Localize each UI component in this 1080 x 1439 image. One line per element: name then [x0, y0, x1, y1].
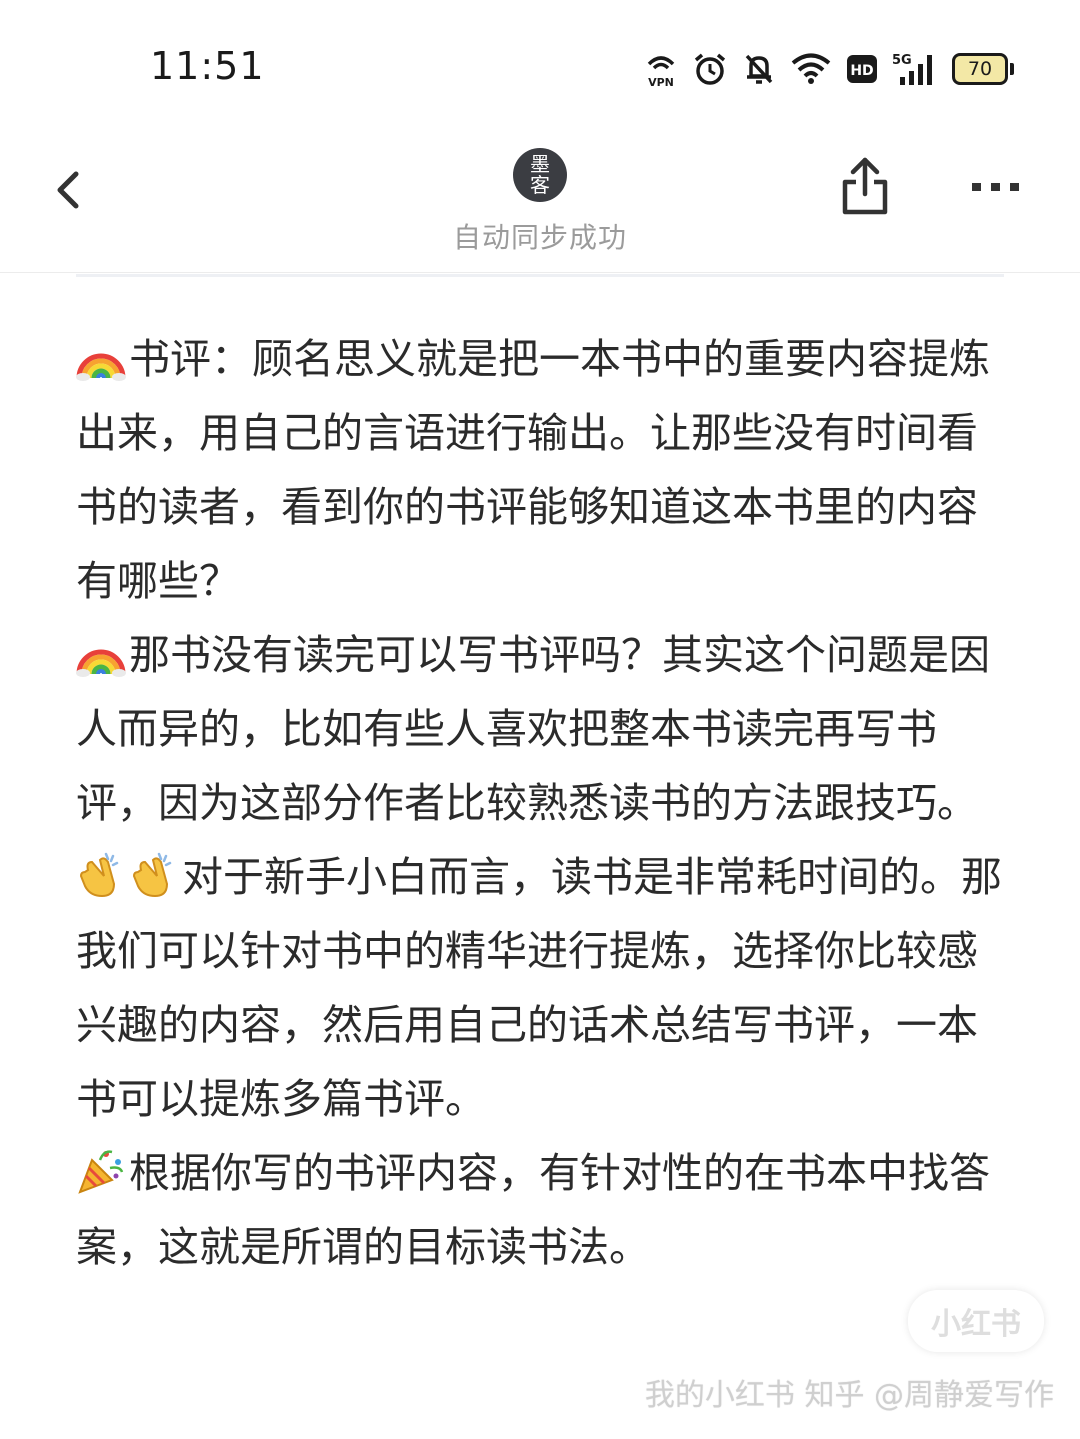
paragraph-4-text: 根据你写的书评内容，有针对性的在书本中找答案，这就是所谓的目标读书法。	[76, 1149, 990, 1271]
paragraph-3-text: 对于新手小白而言，读书是非常耗时间的。那我们可以针对书中的精华进行提炼，选择你比…	[76, 853, 1002, 1123]
author-block: 墨 客 自动同步成功	[440, 148, 640, 256]
rainbow-icon	[76, 628, 126, 678]
party-popper-icon	[76, 1146, 126, 1196]
status-bar: 11:51 VPN HD 5G 70	[0, 0, 1080, 130]
more-dots-icon	[972, 183, 1019, 191]
avatar-text-bottom: 客	[530, 173, 550, 197]
watermark-badge: 小红书	[908, 1290, 1044, 1352]
clapping-hands-icon	[76, 850, 126, 900]
avatar-text-top: 墨	[530, 152, 550, 176]
avatar[interactable]: 墨 客	[513, 148, 567, 202]
chevron-left-icon	[57, 171, 79, 209]
share-button[interactable]	[838, 154, 892, 218]
watermark-credit: 我的小红书 知乎 @周静爱写作	[644, 1378, 1054, 1413]
rainbow-icon	[76, 332, 126, 382]
status-time: 11:51	[150, 44, 265, 88]
hd-icon: HD	[846, 53, 878, 85]
paragraph-2-text: 那书没有读完可以写书评吗？其实这个问题是因人而异的，比如有些人喜欢把整本书读完再…	[76, 631, 990, 827]
sync-status: 自动同步成功	[452, 221, 627, 254]
wifi-icon	[790, 52, 832, 86]
paragraph-4: 根据你写的书评内容，有针对性的在书本中找答案，这就是所谓的目标读书法。	[76, 1136, 1006, 1284]
share-icon	[842, 157, 888, 215]
content-divider	[76, 274, 1004, 277]
vpn-icon: VPN	[644, 49, 678, 89]
status-icons: VPN HD 5G 70	[644, 48, 1014, 90]
battery-level: 70	[952, 53, 1008, 85]
clapping-hands-icon	[129, 850, 179, 900]
note-body[interactable]: 书评：顾名思义就是把一本书中的重要内容提炼出来，用自己的言语进行输出。让那些没有…	[76, 322, 1006, 1284]
screen: 11:51 VPN HD 5G 70 墨 客 自动同步成功 书评：顾名思义就是把…	[0, 0, 1080, 1439]
paragraph-2: 那书没有读完可以写书评吗？其实这个问题是因人而异的，比如有些人喜欢把整本书读完再…	[76, 618, 1006, 840]
paragraph-1-text: 书评：顾名思义就是把一本书中的重要内容提炼出来，用自己的言语进行输出。让那些没有…	[76, 335, 990, 605]
battery-tip	[1010, 63, 1014, 75]
back-button[interactable]	[40, 160, 100, 220]
alarm-icon	[692, 51, 728, 87]
svg-text:VPN: VPN	[648, 76, 674, 89]
more-button[interactable]	[966, 166, 1024, 206]
5g-signal-icon: 5G	[892, 51, 938, 87]
paragraph-1: 书评：顾名思义就是把一本书中的重要内容提炼出来，用自己的言语进行输出。让那些没有…	[76, 322, 1006, 618]
svg-text:HD: HD	[850, 63, 873, 79]
paragraph-3: 对于新手小白而言，读书是非常耗时间的。那我们可以针对书中的精华进行提炼，选择你比…	[76, 840, 1006, 1136]
mute-bell-icon	[742, 51, 776, 87]
battery-icon: 70	[952, 53, 1014, 85]
svg-text:5G: 5G	[892, 53, 912, 68]
top-nav-bar: 墨 客 自动同步成功	[0, 130, 1080, 273]
